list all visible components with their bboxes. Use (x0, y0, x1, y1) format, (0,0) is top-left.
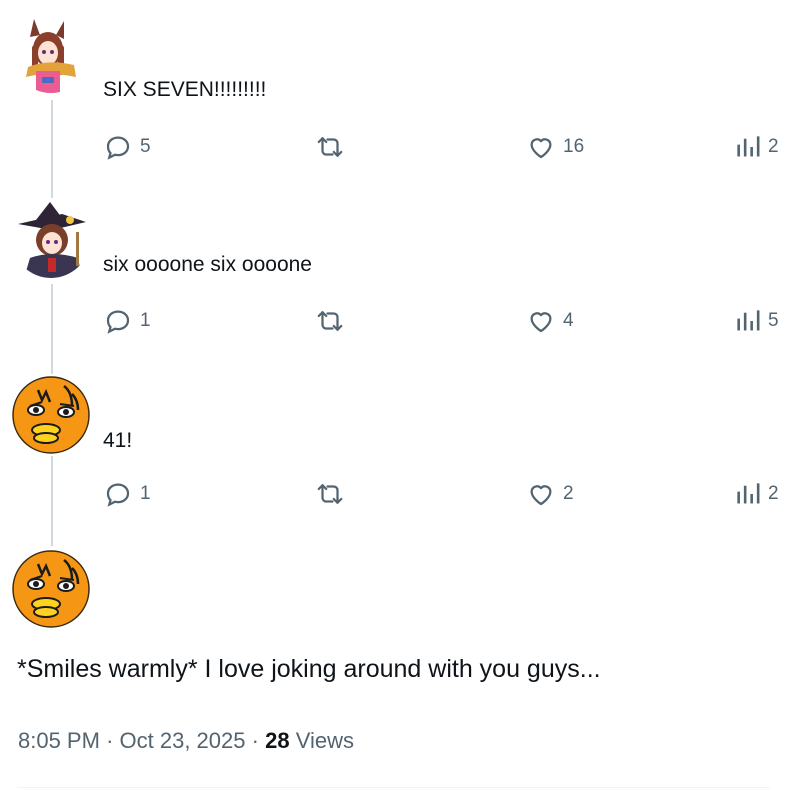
repost-icon (317, 137, 343, 157)
views-icon (737, 310, 760, 331)
views-count: 2 (768, 483, 779, 504)
post-time[interactable]: 8:05 PM (18, 728, 100, 753)
views-count: 28 (265, 728, 290, 753)
reply-button[interactable]: 5 (103, 132, 151, 162)
views-icon (737, 483, 760, 504)
reply-count: 1 (140, 310, 151, 331)
post-text: *Smiles warmly* I love joking around wit… (17, 655, 601, 683)
views-count: 5 (768, 310, 779, 331)
reply-text: 41! (103, 429, 133, 452)
thread-line (51, 100, 53, 198)
views-button[interactable]: 5 (735, 306, 779, 336)
reply-icon (106, 310, 130, 334)
reply-button[interactable]: 1 (103, 306, 151, 336)
divider (17, 787, 770, 788)
reply-count: 1 (140, 483, 151, 504)
thread-line (51, 284, 53, 374)
reply-button[interactable]: 1 (103, 479, 151, 509)
like-icon (530, 138, 552, 159)
post-meta: 8:05 PM · Oct 23, 2025 · 28 Views (18, 728, 354, 754)
reply-text: SIX SEVEN!!!!!!!!! (103, 78, 267, 101)
like-icon (530, 485, 552, 506)
action-bar: 5 16 2 (103, 132, 787, 162)
user-avatar[interactable] (12, 376, 90, 454)
like-count: 4 (563, 310, 574, 331)
post-date[interactable]: Oct 23, 2025 (120, 728, 246, 753)
like-count: 16 (563, 136, 585, 157)
like-button[interactable]: 2 (526, 479, 574, 509)
action-bar: 1 2 2 (103, 479, 787, 509)
repost-button[interactable] (315, 306, 352, 336)
thread-line (51, 456, 53, 546)
repost-icon (317, 311, 343, 331)
views-label: Views (295, 728, 354, 753)
like-button[interactable]: 4 (526, 306, 574, 336)
reply-count: 5 (140, 136, 151, 157)
reply-icon (106, 136, 130, 160)
views-button[interactable]: 2 (735, 132, 779, 162)
repost-button[interactable] (315, 479, 352, 509)
meta-separator: · (106, 728, 114, 753)
like-button[interactable]: 16 (526, 132, 584, 162)
like-count: 2 (563, 483, 574, 504)
reply-icon (106, 483, 130, 507)
repost-button[interactable] (315, 132, 352, 162)
user-avatar[interactable] (12, 15, 90, 93)
views-count: 2 (768, 136, 779, 157)
user-avatar[interactable] (12, 200, 90, 278)
like-icon (530, 312, 552, 333)
views-icon (737, 136, 760, 157)
meta-separator: · (251, 728, 259, 753)
user-avatar[interactable] (12, 550, 90, 628)
repost-icon (317, 484, 343, 504)
action-bar: 1 4 5 (103, 306, 787, 336)
views-button[interactable]: 2 (735, 479, 779, 509)
reply-text: six oooone six oooone (103, 253, 312, 276)
